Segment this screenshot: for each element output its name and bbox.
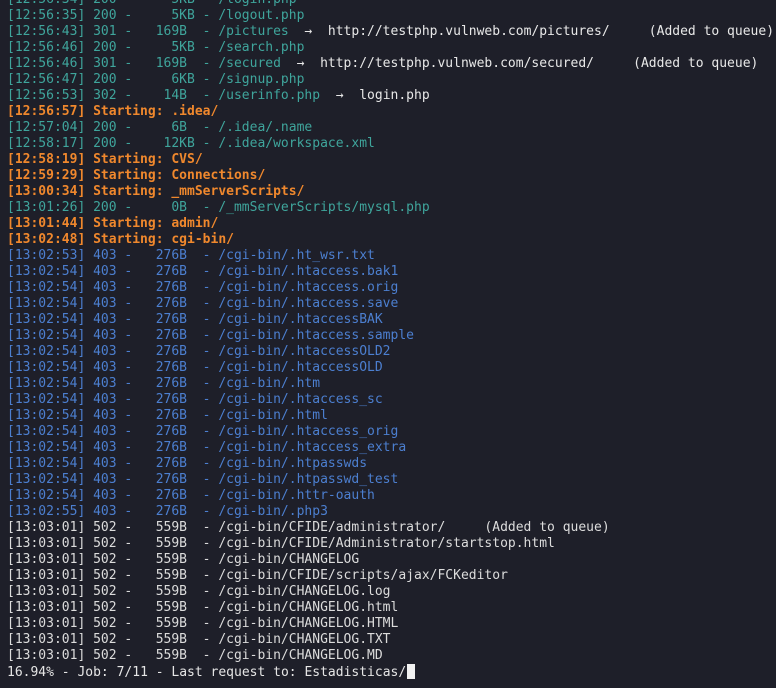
log-line-starting: [13:00:34] Starting: _mmServerScripts/ <box>7 184 776 200</box>
log-line-text: [13:02:54] 403 - 276B - /cgi-bin/.httr-o… <box>7 488 375 503</box>
log-line-response: [13:02:53] 403 - 276B - /cgi-bin/.ht_wsr… <box>7 248 776 264</box>
log-line-starting: [13:02:48] Starting: cgi-bin/ <box>7 232 776 248</box>
log-line-text: [13:02:54] 403 - 276B - /cgi-bin/.htacce… <box>7 440 407 455</box>
log-line-text: [13:03:01] 502 - 559B - /cgi-bin/CHANGEL… <box>7 600 399 615</box>
last-request: Last request to: Estadisticas/ <box>171 665 407 680</box>
status-bar: 16.94% - Job: 7/11 - Last request to: Es… <box>7 664 416 680</box>
redirect-target: → http://testphp.vulnweb.com/pictures/ (… <box>288 24 775 39</box>
log-line-response: [13:03:01] 502 - 559B - /cgi-bin/CHANGEL… <box>7 616 776 632</box>
log-line-response: [13:02:54] 403 - 276B - /cgi-bin/.httr-o… <box>7 488 776 504</box>
log-line-text: [12:56:57] Starting: .idea/ <box>7 104 219 119</box>
log-line-text: [12:59:29] Starting: Connections/ <box>7 168 266 183</box>
log-line-response: [13:03:01] 502 - 559B - /cgi-bin/CFIDE/a… <box>7 520 776 536</box>
log-line-text: [13:02:54] 403 - 276B - /cgi-bin/.htacce… <box>7 312 383 327</box>
log-line-text: [12:57:04] 200 - 6B - /.idea/.name <box>7 120 313 135</box>
log-line-text: [13:02:53] 403 - 276B - /cgi-bin/.ht_wsr… <box>7 248 375 263</box>
progress-percent: 16.94% <box>7 665 54 680</box>
log-line-starting: [12:58:19] Starting: CVS/ <box>7 152 776 168</box>
log-line-response: [13:03:01] 502 - 559B - /cgi-bin/CFIDE/s… <box>7 568 776 584</box>
log-line-text: [13:02:55] 403 - 276B - /cgi-bin/.php3 <box>7 504 328 519</box>
log-line-text: [13:01:26] 200 - 0B - /_mmServerScripts/… <box>7 200 430 215</box>
log-line-response: [13:03:01] 502 - 559B - /cgi-bin/CHANGEL… <box>7 632 776 648</box>
log-line-response: [13:02:55] 403 - 276B - /cgi-bin/.php3 <box>7 504 776 520</box>
log-line-starting: [12:56:57] Starting: .idea/ <box>7 104 776 120</box>
log-line-text: [12:56:53] 302 - 14B - /userinfo.php <box>7 88 321 103</box>
log-line-text: [13:02:48] Starting: cgi-bin/ <box>7 232 234 247</box>
log-line-text: [12:56:34] 200 - 5KB - /login.php <box>7 0 297 7</box>
log-line-response: [13:02:54] 403 - 276B - /cgi-bin/.htacce… <box>7 440 776 456</box>
log-line-response: [12:56:46] 301 - 169B - /secured → http:… <box>7 56 776 72</box>
log-line-response: [13:01:26] 200 - 0B - /_mmServerScripts/… <box>7 200 776 216</box>
log-line-response: [13:02:54] 403 - 276B - /cgi-bin/.html <box>7 408 776 424</box>
log-line-response: [13:02:54] 403 - 276B - /cgi-bin/.htacce… <box>7 264 776 280</box>
log-line-starting: [13:01:44] Starting: admin/ <box>7 216 776 232</box>
log-line-response: [13:02:54] 403 - 276B - /cgi-bin/.htacce… <box>7 328 776 344</box>
log-line-text: [12:56:46] 200 - 5KB - /search.php <box>7 40 305 55</box>
log-line-response: [12:56:34] 200 - 5KB - /login.php <box>7 0 776 8</box>
log-line-response: [13:02:54] 403 - 276B - /cgi-bin/.htacce… <box>7 296 776 312</box>
log-line-response: [13:02:54] 403 - 276B - /cgi-bin/.htacce… <box>7 312 776 328</box>
log-line-response: [13:02:54] 403 - 276B - /cgi-bin/.htacce… <box>7 392 776 408</box>
log-line-text: [13:02:54] 403 - 276B - /cgi-bin/.htacce… <box>7 392 383 407</box>
log-line-response: [12:56:35] 200 - 5KB - /logout.php <box>7 8 776 24</box>
log-line-text: [13:03:01] 502 - 559B - /cgi-bin/CFIDE/s… <box>7 568 508 583</box>
log-line-text: [13:03:01] 502 - 559B - /cgi-bin/CFIDE/A… <box>7 536 555 551</box>
redirect-target: → login.php <box>320 88 430 103</box>
log-line-text: [13:02:54] 403 - 276B - /cgi-bin/.htacce… <box>7 360 383 375</box>
log-line-text: [13:00:34] Starting: _mmServerScripts/ <box>7 184 305 199</box>
log-line-response: [12:56:53] 302 - 14B - /userinfo.php → l… <box>7 88 776 104</box>
status-separator: - <box>147 665 172 680</box>
log-line-response: [13:02:54] 403 - 276B - /cgi-bin/.htm <box>7 376 776 392</box>
terminal-cursor[interactable] <box>407 664 416 679</box>
log-line-text: [13:03:01] 502 - 559B - /cgi-bin/CHANGEL… <box>7 632 391 647</box>
log-line-text: [13:02:54] 403 - 276B - /cgi-bin/.htacce… <box>7 344 391 359</box>
log-line-text: [12:56:46] 301 - 169B - /secured <box>7 56 281 71</box>
log-line-response: [13:02:54] 403 - 276B - /cgi-bin/.htacce… <box>7 280 776 296</box>
log-line-text: [13:02:54] 403 - 276B - /cgi-bin/.htacce… <box>7 424 399 439</box>
log-line-text: [13:03:01] 502 - 559B - /cgi-bin/CFIDE/a… <box>7 520 610 535</box>
scan-log: [12:56:34] 200 - 5KB - /login.php[12:56:… <box>7 0 776 664</box>
log-line-response: [12:58:17] 200 - 12KB - /.idea/workspace… <box>7 136 776 152</box>
log-line-starting: [12:59:29] Starting: Connections/ <box>7 168 776 184</box>
log-line-text: [12:56:35] 200 - 5KB - /logout.php <box>7 8 305 23</box>
log-line-text: [13:02:54] 403 - 276B - /cgi-bin/.htacce… <box>7 296 399 311</box>
log-line-text: [13:02:54] 403 - 276B - /cgi-bin/.htacce… <box>7 328 414 343</box>
log-line-response: [13:03:01] 502 - 559B - /cgi-bin/CHANGEL… <box>7 552 776 568</box>
log-line-response: [12:57:04] 200 - 6B - /.idea/.name <box>7 120 776 136</box>
log-line-response: [13:02:54] 403 - 276B - /cgi-bin/.htacce… <box>7 360 776 376</box>
log-line-text: [13:02:54] 403 - 276B - /cgi-bin/.htpass… <box>7 472 399 487</box>
log-line-response: [13:02:54] 403 - 276B - /cgi-bin/.htacce… <box>7 424 776 440</box>
log-line-text: [13:02:54] 403 - 276B - /cgi-bin/.html <box>7 408 328 423</box>
log-line-text: [13:03:01] 502 - 559B - /cgi-bin/CHANGEL… <box>7 552 360 567</box>
log-line-text: [13:03:01] 502 - 559B - /cgi-bin/CHANGEL… <box>7 648 383 663</box>
log-line-text: [12:58:17] 200 - 12KB - /.idea/workspace… <box>7 136 375 151</box>
log-line-response: [13:02:54] 403 - 276B - /cgi-bin/.htpass… <box>7 472 776 488</box>
log-line-response: [13:02:54] 403 - 276B - /cgi-bin/.htacce… <box>7 344 776 360</box>
log-line-response: [13:03:01] 502 - 559B - /cgi-bin/CFIDE/A… <box>7 536 776 552</box>
log-line-text: [13:01:44] Starting: admin/ <box>7 216 219 231</box>
log-line-response: [13:03:01] 502 - 559B - /cgi-bin/CHANGEL… <box>7 584 776 600</box>
log-line-text: [13:03:01] 502 - 559B - /cgi-bin/CHANGEL… <box>7 616 399 631</box>
log-line-text: [13:02:54] 403 - 276B - /cgi-bin/.htacce… <box>7 264 399 279</box>
log-line-text: [13:02:54] 403 - 276B - /cgi-bin/.htm <box>7 376 321 391</box>
log-line-text: [13:02:54] 403 - 276B - /cgi-bin/.htpass… <box>7 456 368 471</box>
log-line-text: [12:58:19] Starting: CVS/ <box>7 152 203 167</box>
terminal-window[interactable]: [12:56:34] 200 - 5KB - /login.php[12:56:… <box>0 0 776 688</box>
log-line-response: [12:56:43] 301 - 169B - /pictures → http… <box>7 24 776 40</box>
log-line-text: [13:02:54] 403 - 276B - /cgi-bin/.htacce… <box>7 280 399 295</box>
redirect-target: → http://testphp.vulnweb.com/secured/ (A… <box>280 56 759 71</box>
log-line-text: [13:03:01] 502 - 559B - /cgi-bin/CHANGEL… <box>7 584 391 599</box>
log-line-response: [13:03:01] 502 - 559B - /cgi-bin/CHANGEL… <box>7 648 776 664</box>
log-line-response: [13:02:54] 403 - 276B - /cgi-bin/.htpass… <box>7 456 776 472</box>
log-line-response: [12:56:47] 200 - 6KB - /signup.php <box>7 72 776 88</box>
log-line-text: [12:56:47] 200 - 6KB - /signup.php <box>7 72 305 87</box>
job-counter: Job: 7/11 <box>77 665 148 680</box>
status-separator: - <box>53 665 78 680</box>
log-line-response: [13:03:01] 502 - 559B - /cgi-bin/CHANGEL… <box>7 600 776 616</box>
log-line-text: [12:56:43] 301 - 169B - /pictures <box>7 24 289 39</box>
log-line-response: [12:56:46] 200 - 5KB - /search.php <box>7 40 776 56</box>
